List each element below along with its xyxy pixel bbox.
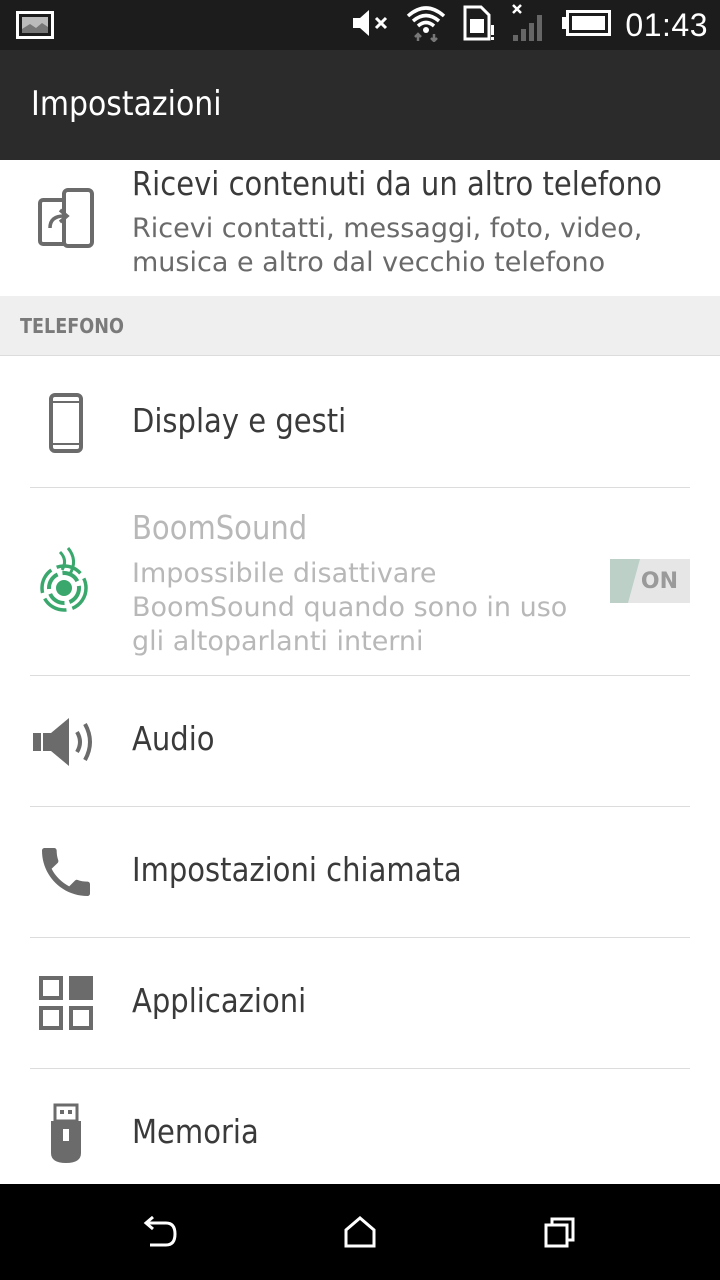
item-subtitle: Ricevi contatti, messaggi, foto, video, <box>132 213 643 244</box>
phone-handset-icon <box>30 839 102 905</box>
page-title: Impostazioni <box>31 84 222 124</box>
gallery-icon <box>16 11 54 43</box>
phone-icon <box>30 391 102 455</box>
status-time: 01:43 <box>625 6 708 43</box>
status-bar: 01:43 <box>0 0 720 50</box>
apps-grid-icon <box>30 974 102 1032</box>
toggle-label: ON <box>640 569 678 594</box>
item-title: Display e gesti <box>132 401 347 440</box>
usb-storage-icon <box>30 1103 102 1165</box>
speaker-icon <box>30 710 102 774</box>
boomsound-toggle[interactable]: ON <box>610 559 690 603</box>
item-title: Audio <box>132 719 215 758</box>
boomsound-icon <box>30 544 102 614</box>
list-item-transfer[interactable]: Ricevi contenuti da un altro telefono Ri… <box>0 160 720 296</box>
home-icon[interactable] <box>340 1212 380 1252</box>
app-bar: Impostazioni <box>0 50 720 160</box>
toggle-thumb <box>610 559 640 603</box>
item-subtitle: BoomSound quando sono in uso <box>132 592 568 623</box>
section-title: TELEFONO <box>20 314 124 338</box>
list-item-apps[interactable]: Applicazioni <box>0 938 720 1068</box>
section-header: TELEFONO <box>0 296 720 356</box>
item-title: Impostazioni chiamata <box>132 850 462 889</box>
list-item-storage[interactable]: Memoria <box>0 1069 720 1184</box>
item-subtitle: gli altoparlanti interni <box>132 626 424 657</box>
item-title: Memoria <box>132 1112 259 1151</box>
item-title: Ricevi contenuti da un altro telefono <box>132 164 662 203</box>
list-item-display[interactable]: Display e gesti <box>0 357 720 488</box>
recents-icon[interactable] <box>540 1212 580 1252</box>
list-item-audio[interactable]: Audio <box>0 676 720 806</box>
item-subtitle: musica e altro dal vecchio telefono <box>132 247 606 278</box>
phone-transfer-icon <box>30 188 102 252</box>
signal-icon <box>511 3 547 47</box>
sim-icon <box>461 5 497 45</box>
item-subtitle: Impossibile disattivare <box>132 558 437 589</box>
item-title: Applicazioni <box>132 981 307 1020</box>
battery-icon <box>561 10 612 40</box>
mute-icon <box>351 7 391 43</box>
wifi-icon <box>405 4 447 46</box>
item-title: BoomSound <box>132 508 308 547</box>
navigation-bar <box>0 1184 720 1280</box>
back-icon[interactable] <box>139 1212 179 1252</box>
list-item-calls[interactable]: Impostazioni chiamata <box>0 807 720 937</box>
